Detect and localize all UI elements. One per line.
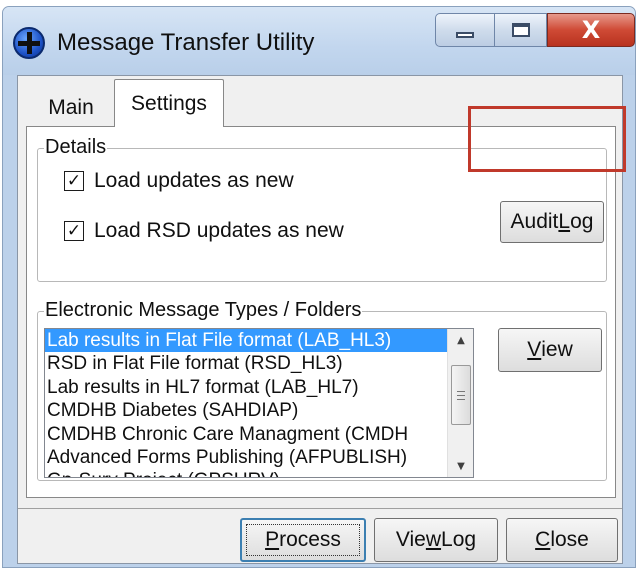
audit-log-label-post: og <box>570 210 594 233</box>
close-accel: C <box>535 528 551 551</box>
list-item[interactable]: Gp-Surv Project (GPSURV) <box>45 469 449 477</box>
load-rsd-updates-checkbox[interactable]: ✓ <box>64 221 84 241</box>
view-label-post: iew <box>541 338 573 361</box>
folders-legend: Electronic Message Types / Folders <box>44 299 363 322</box>
audit-log-accel: L <box>558 210 571 233</box>
audit-log-label-pre: Audit <box>510 210 559 233</box>
view-accel: V <box>527 338 542 361</box>
process-label-post: rocess <box>279 528 341 551</box>
list-item[interactable]: Lab results in Flat File format (LAB_HL3… <box>45 329 449 353</box>
maximize-icon <box>511 23 530 37</box>
minimize-button[interactable] <box>435 13 495 47</box>
scroll-down-arrow-icon[interactable]: ▼ <box>448 455 473 477</box>
tab-main[interactable]: Main <box>28 90 114 126</box>
load-rsd-updates-label: Load RSD updates as new <box>94 219 344 242</box>
details-legend: Details <box>44 136 108 159</box>
details-group: Details ✓ Load updates as new ✓ Load RSD… <box>37 136 607 282</box>
client-area: Main Settings Details ✓ Load updates as … <box>17 75 623 564</box>
list-item[interactable]: CMDHB Diabetes (SAHDIAP) <box>45 399 449 422</box>
scroll-up-arrow-icon[interactable]: ▲ <box>448 329 473 351</box>
tab-settings[interactable]: Settings <box>114 79 224 127</box>
close-icon: X <box>581 16 601 44</box>
message-types-listbox[interactable]: Lab results in Flat File format (LAB_HL3… <box>44 328 474 478</box>
list-item[interactable]: Advanced Forms Publishing (AFPUBLISH) <box>45 446 449 469</box>
message-folders-group: Electronic Message Types / Folders Lab r… <box>37 299 607 481</box>
app-icon[interactable] <box>13 27 45 59</box>
close-button[interactable]: Close <box>506 518 618 562</box>
minimize-icon <box>456 32 474 38</box>
load-updates-checkbox-row[interactable]: ✓ Load updates as new <box>64 169 294 193</box>
scroll-thumb[interactable] <box>451 365 471 425</box>
list-item[interactable]: Lab results in HL7 format (LAB_HL7) <box>45 376 449 399</box>
message-types-list: Lab results in Flat File format (LAB_HL3… <box>45 329 449 477</box>
audit-log-button[interactable]: Audit Log <box>500 201 604 243</box>
settings-panel: Details ✓ Load updates as new ✓ Load RSD… <box>26 126 616 498</box>
maximize-button[interactable] <box>495 13 547 47</box>
load-updates-checkbox[interactable]: ✓ <box>64 171 84 191</box>
window-title: Message Transfer Utility <box>57 29 315 56</box>
footer-separator <box>18 508 622 509</box>
list-scrollbar[interactable]: ▲ ▼ <box>447 329 473 477</box>
title-bar[interactable]: Message Transfer Utility X <box>3 7 635 75</box>
view-log-accel: w <box>425 528 442 551</box>
process-accel: P <box>265 528 280 551</box>
close-label-post: lose <box>550 528 589 551</box>
load-rsd-updates-checkbox-row[interactable]: ✓ Load RSD updates as new <box>64 219 344 243</box>
view-button[interactable]: View <box>498 328 602 372</box>
grip-icon <box>457 390 465 400</box>
load-updates-label: Load updates as new <box>94 169 294 192</box>
view-log-label-pre: Vie <box>395 528 426 551</box>
list-item[interactable]: CMDHB Chronic Care Managment (CMDH <box>45 423 449 446</box>
list-item[interactable]: RSD in Flat File format (RSD_HL3) <box>45 352 449 375</box>
view-log-label-post: Log <box>441 528 477 551</box>
app-window: Message Transfer Utility X Main Settings… <box>2 6 636 568</box>
process-button[interactable]: Process <box>240 518 366 562</box>
close-window-button[interactable]: X <box>547 13 635 47</box>
view-log-button[interactable]: Vie w Log <box>374 518 498 562</box>
